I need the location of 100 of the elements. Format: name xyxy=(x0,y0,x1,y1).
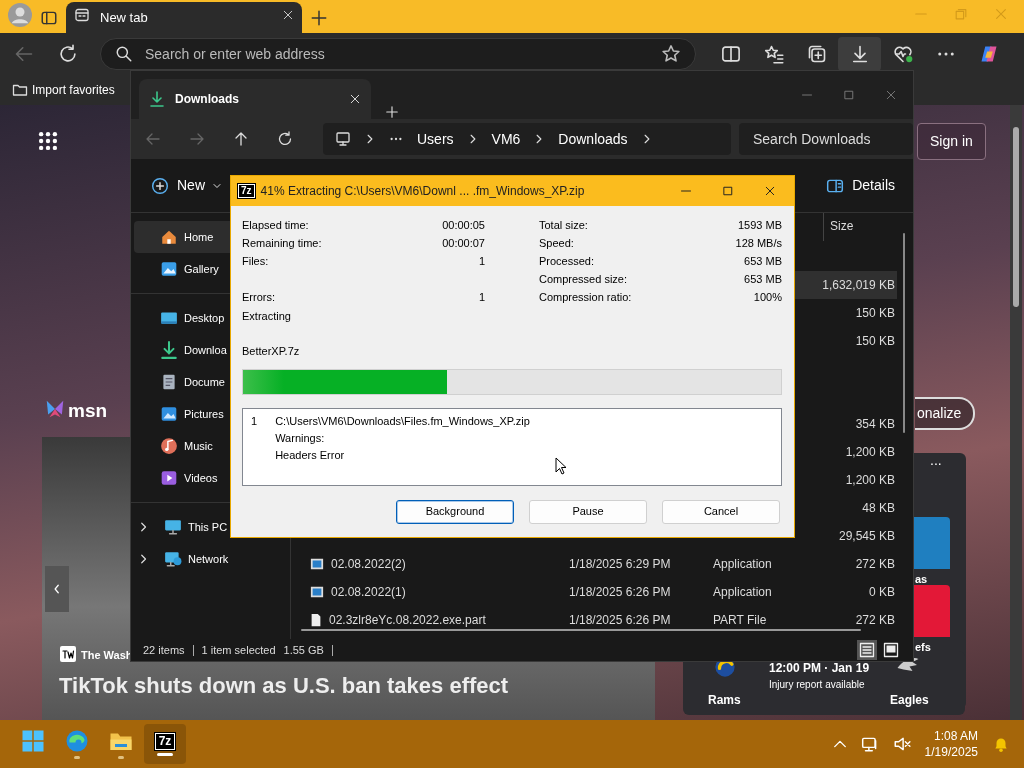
download-arrow-icon xyxy=(149,91,165,107)
browser-tab[interactable]: New tab xyxy=(66,2,302,33)
file-size: 272 KB xyxy=(855,612,896,629)
news-source-logo-icon xyxy=(60,646,76,662)
stat-value: 100% xyxy=(753,289,782,305)
file-type: Application xyxy=(713,584,773,601)
message-line: C:\Users\VM6\Downloads\Files.fm_Windows_XP.zip xyxy=(275,413,530,429)
file-row[interactable]: 02.3zlr8eYc.08.2022.exe.part 1/18/2025 6:26 PM PART File 272 KB xyxy=(291,606,897,629)
collections-icon[interactable] xyxy=(806,44,827,64)
sidebar-item[interactable]: Videos xyxy=(134,462,230,494)
news-headline[interactable]: TikTok shuts down as U.S. ban takes effect xyxy=(59,669,509,702)
apps-grid-icon[interactable] xyxy=(37,130,59,152)
import-favorites-link[interactable]: Import favorites xyxy=(12,81,115,99)
refresh-icon[interactable] xyxy=(58,44,78,64)
sidebar-item[interactable]: Desktop xyxy=(134,302,230,334)
network-icon xyxy=(164,550,182,568)
sidebar-item[interactable]: Pictures xyxy=(134,398,230,430)
stat-label: Total size: xyxy=(539,217,588,233)
stat-label: Remaining time: xyxy=(242,235,322,251)
file-date: 1/18/2025 6:26 PM xyxy=(569,612,672,629)
more-options[interactable]: ... xyxy=(930,450,942,471)
file-row[interactable]: 02.08.2022(2) 1/18/2025 6:29 PM Application 272 KB xyxy=(291,550,897,578)
music-note-icon xyxy=(160,437,178,455)
close-icon[interactable] xyxy=(764,185,776,197)
message-number: 1 xyxy=(251,413,258,429)
document-icon xyxy=(160,373,178,391)
chevron-right-icon[interactable] xyxy=(365,134,375,144)
stat-label: Files: xyxy=(242,253,269,269)
personalize-button[interactable]: onalize xyxy=(915,397,976,430)
app-logo: 7z xyxy=(238,184,255,198)
stat-label: Elapsed time: xyxy=(242,217,309,233)
plus-circle-icon xyxy=(151,176,169,195)
stat-value: 653 MB xyxy=(744,253,782,269)
file-size: 1,632,019 KB xyxy=(822,277,896,294)
split-screen-icon[interactable] xyxy=(721,44,742,64)
sidebar-item[interactable]: Docume xyxy=(134,366,230,398)
star-icon[interactable] xyxy=(660,44,681,64)
stat-value: 00:00:05 xyxy=(442,217,485,233)
stat-value: 1 xyxy=(478,253,485,269)
video-icon xyxy=(160,469,178,487)
scrollbar-thumb[interactable] xyxy=(1013,127,1019,307)
forward-arrow-icon[interactable] xyxy=(189,131,205,147)
details-view-button[interactable] xyxy=(857,640,877,660)
sidebar-item[interactable]: Home xyxy=(134,221,230,253)
file-size: 0 KB xyxy=(869,584,896,601)
file-size: 29,545 KB xyxy=(838,528,896,545)
sidebar-item[interactable]: Gallery xyxy=(134,253,230,285)
picture-icon xyxy=(160,260,178,278)
team-name: efs xyxy=(915,640,931,655)
refresh-icon[interactable] xyxy=(277,131,293,147)
address-bar[interactable]: Users VM6 Downloads xyxy=(323,123,731,155)
address-bar[interactable]: Search or enter web address xyxy=(100,38,696,70)
explorer-tab[interactable]: Downloads xyxy=(139,79,371,119)
window-title: 41% Extracting C:\Users\VM6\Downl ... .fm_Windows_XP.zip xyxy=(260,183,585,200)
sidebar-item[interactable]: Downloa xyxy=(134,334,230,366)
maximize-icon[interactable] xyxy=(722,185,734,197)
tab-actions-icon[interactable] xyxy=(40,9,58,27)
vertical-scrollbar[interactable] xyxy=(903,233,905,433)
sidebar-item[interactable]: Music xyxy=(134,430,230,462)
file-row[interactable]: 02.08.2022(1) 1/18/2025 6:26 PM Application 0 KB xyxy=(291,578,897,606)
file-name: 02.08.2022(2) xyxy=(331,556,406,573)
notification-bell-icon[interactable] xyxy=(992,735,1010,753)
sidebar-item[interactable]: Network xyxy=(134,543,284,575)
network-monitor-icon[interactable] xyxy=(860,735,879,753)
dialog-button[interactable]: Background xyxy=(396,499,514,524)
computer-icon[interactable] xyxy=(335,131,351,147)
file-size: 150 KB xyxy=(855,305,896,322)
heart-pulse-icon[interactable] xyxy=(892,44,913,64)
new-tab-icon[interactable] xyxy=(310,9,328,27)
search-field[interactable]: Search Downloads xyxy=(739,123,913,155)
horizontal-scrollbar[interactable] xyxy=(301,629,861,631)
team-name: Rams xyxy=(708,692,741,709)
new-button[interactable]: New xyxy=(151,175,221,196)
breadcrumb-item[interactable]: Users xyxy=(417,128,454,150)
msn-logo-text: msn xyxy=(68,399,108,423)
taskbar-app[interactable]: 7z xyxy=(144,724,186,764)
close-icon[interactable] xyxy=(282,8,294,21)
dialog-button[interactable]: Cancel xyxy=(662,499,780,524)
maximize-icon[interactable] xyxy=(843,89,855,101)
back-arrow-icon[interactable] xyxy=(145,131,161,147)
up-arrow-icon[interactable] xyxy=(233,131,249,147)
details-button[interactable]: Details xyxy=(826,175,895,196)
tiles-view-button[interactable] xyxy=(881,640,901,660)
application-window-icon xyxy=(309,585,325,599)
sign-in-button[interactable]: Sign in xyxy=(917,123,986,160)
file-type: Application xyxy=(713,556,773,573)
speaker-muted-icon[interactable] xyxy=(892,735,911,753)
favorites-icon[interactable] xyxy=(764,44,784,64)
clock[interactable]: 1:08 AM 1/19/2025 xyxy=(924,728,978,760)
breadcrumb-item[interactable]: VM6 xyxy=(491,128,521,150)
blank-file-icon xyxy=(309,612,323,628)
item-count: 22 items xyxy=(143,642,185,658)
house-icon xyxy=(160,228,178,246)
stat-label: Compression ratio: xyxy=(539,289,632,305)
file-size: 1,200 KB xyxy=(845,472,896,489)
stat-value: 00:00:07 xyxy=(442,235,485,251)
dialog-button[interactable]: Pause xyxy=(529,499,647,524)
game-time: 12:00 PM · Jan 19 xyxy=(769,660,870,677)
breadcrumb-item[interactable]: Downloads xyxy=(558,128,628,150)
file-size: 272 KB xyxy=(855,556,896,573)
